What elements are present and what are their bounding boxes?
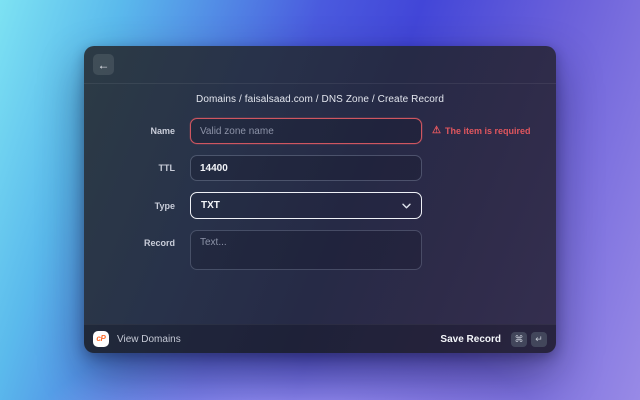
warning-icon: ⚠ [432, 125, 441, 136]
ttl-row: TTL [84, 155, 556, 181]
ttl-input[interactable] [190, 155, 422, 181]
type-label: Type [154, 200, 175, 211]
name-error: ⚠ The item is required [432, 125, 531, 137]
cpanel-logo-text: cP [96, 334, 106, 343]
record-label: Record [143, 238, 175, 248]
view-domains-link[interactable]: View Domains [117, 334, 181, 345]
type-select-value: TXT [201, 200, 220, 211]
record-row: Record [84, 230, 556, 270]
type-row: Type TXT [84, 192, 556, 219]
type-select[interactable]: TXT [190, 192, 422, 219]
create-record-modal: ← Domains / faisalsaad.com / DNS Zone / … [84, 46, 556, 353]
save-record-label: Save Record [440, 333, 501, 345]
record-textarea[interactable] [190, 230, 422, 270]
name-error-text: The item is required [444, 126, 531, 136]
arrow-left-icon: ← [97, 57, 110, 72]
ttl-label: TTL [158, 163, 176, 173]
breadcrumb: Domains / faisalsaad.com / DNS Zone / Cr… [196, 94, 444, 105]
command-key-icon: ⌘ [511, 331, 527, 347]
modal-footer: cP View Domains Save Record ⌘ ↵ [84, 324, 556, 353]
save-record-button[interactable]: Save Record ⌘ ↵ [440, 331, 547, 347]
back-button[interactable]: ← [93, 54, 114, 75]
modal-header: ← [84, 46, 556, 84]
chevron-down-icon [402, 203, 411, 209]
name-input[interactable] [190, 118, 422, 144]
return-key-icon: ↵ [531, 331, 547, 347]
cpanel-logo-icon: cP [93, 331, 109, 347]
modal-body: Domains / faisalsaad.com / DNS Zone / Cr… [84, 84, 556, 324]
name-row: Name ⚠ The item is required [84, 118, 556, 144]
name-label: Name [150, 126, 175, 136]
